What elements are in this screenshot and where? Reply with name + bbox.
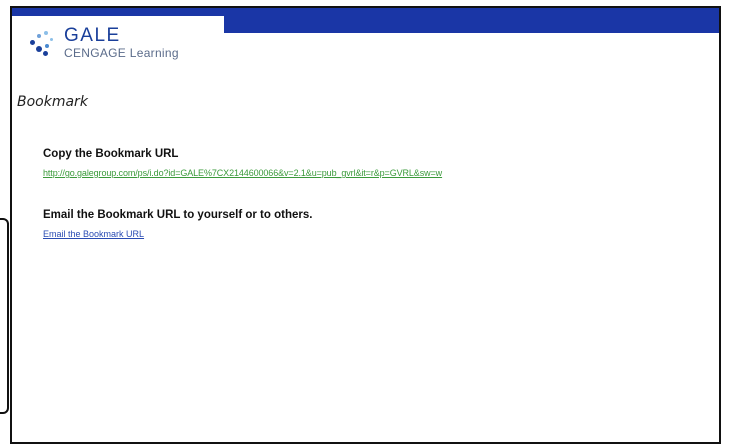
bookmark-url-link[interactable]: http://go.galegroup.com/ps/i.do?id=GALE%… (43, 168, 442, 178)
copy-bookmark-heading: Copy the Bookmark URL (43, 148, 179, 160)
gale-logo: GALE CENGAGE Learning (28, 26, 179, 60)
email-bookmark-heading: Email the Bookmark URL to yourself or to… (43, 209, 313, 221)
header-blue-strip (12, 8, 224, 16)
gale-dots-logo-icon (28, 30, 58, 60)
screenshot-stage: GALE CENGAGE Learning Bookmark Copy the … (0, 0, 730, 448)
logo-wordmark: GALE CENGAGE Learning (64, 26, 179, 59)
page-title: Bookmark (17, 94, 88, 110)
copy-bookmark-section: Copy the Bookmark URL http://go.galegrou… (43, 148, 442, 181)
email-bookmark-section: Email the Bookmark URL to yourself or to… (43, 209, 312, 242)
background-window-edge (0, 218, 9, 414)
email-bookmark-link[interactable]: Email the Bookmark URL (43, 229, 144, 239)
header-blue-band (224, 8, 719, 33)
logo-cengage-text: CENGAGE Learning (64, 46, 179, 60)
bookmark-window: GALE CENGAGE Learning Bookmark Copy the … (10, 6, 721, 444)
logo-gale-text: GALE (64, 25, 121, 46)
